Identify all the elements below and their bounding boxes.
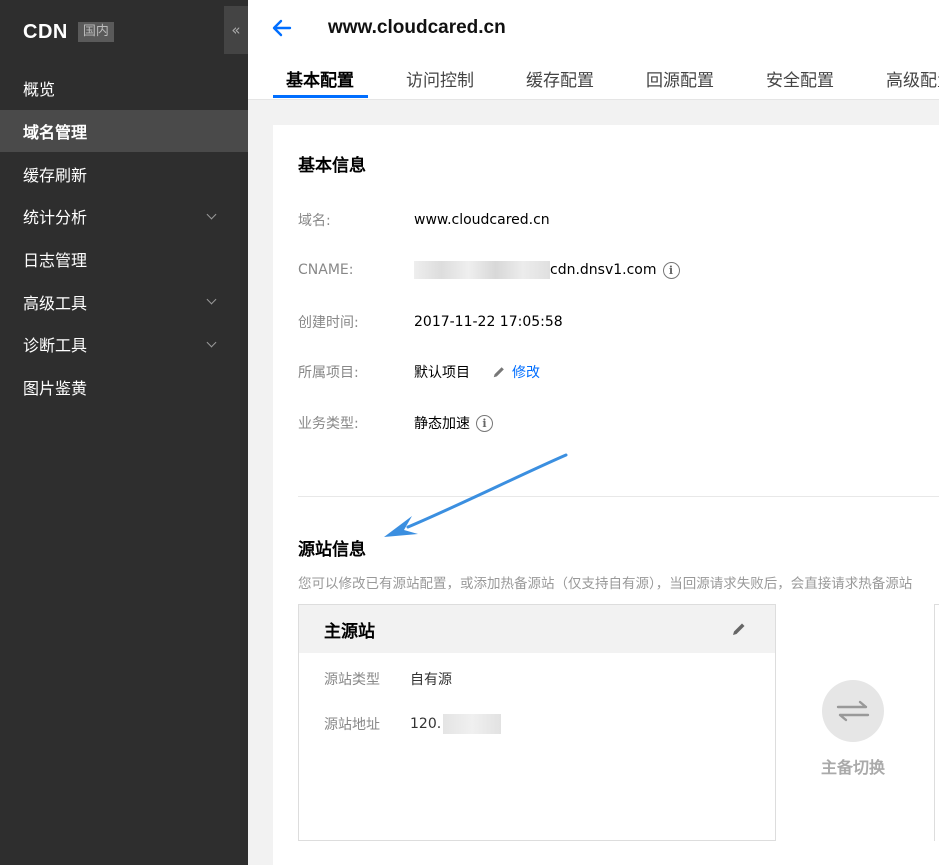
sidebar-item-overview[interactable]: 概览 — [0, 67, 248, 110]
info-label: 创建时间: — [298, 315, 359, 331]
brand: CDN 国内 — [23, 18, 114, 46]
sidebar-item-diagnostic-tools[interactable]: 诊断工具 — [0, 323, 248, 366]
info-row-project: 所属项目: 默认项目 修改 — [298, 361, 540, 383]
primary-origin-header: 主源站 — [299, 605, 775, 653]
origin-address-prefix: 120. — [410, 716, 442, 732]
cname-value: cdn.dnsv1.com i — [414, 261, 680, 279]
origin-label: 源站地址 — [324, 717, 380, 733]
origin-address-value: 120. — [410, 714, 502, 734]
collapse-sidebar-button[interactable]: « — [224, 6, 248, 54]
origin-info-description: 您可以修改已有源站配置，或添加热备源站（仅支持自有源），当回源请求失败后，会直接… — [298, 576, 913, 592]
origin-label: 源站类型 — [324, 672, 380, 688]
content-card: 基本信息 域名: www.cloudcared.cn CNAME: cdn.dn… — [273, 125, 939, 865]
sidebar-nav: 概览 域名管理 缓存刷新 统计分析 日志管理 高级工具 诊断工具 图片鉴黄 — [0, 67, 248, 409]
sidebar-item-label: 缓存刷新 — [23, 165, 88, 185]
backup-origin-card — [934, 604, 939, 841]
sidebar-item-advanced-tools[interactable]: 高级工具 — [0, 280, 248, 323]
tab-advanced-config[interactable]: 高级配置 — [873, 62, 939, 98]
sidebar-item-label: 图片鉴黄 — [23, 379, 88, 399]
info-label: 业务类型: — [298, 416, 359, 432]
origin-address-row: 源站地址 120. — [324, 714, 502, 734]
cname-suffix: cdn.dnsv1.com — [550, 262, 657, 278]
info-row-created: 创建时间: 2017-11-22 17:05:58 — [298, 311, 563, 333]
sidebar-item-label: 概览 — [23, 80, 56, 100]
tab-basic-config[interactable]: 基本配置 — [273, 62, 393, 98]
page-title: www.cloudcared.cn — [328, 17, 506, 38]
chevron-down-icon — [206, 209, 217, 220]
sidebar-item-domain-management[interactable]: 域名管理 — [0, 109, 248, 153]
edit-link-label: 修改 — [512, 365, 540, 381]
primary-backup-switch[interactable]: 主备切换 — [803, 680, 903, 778]
sidebar-item-cache-refresh[interactable]: 缓存刷新 — [0, 152, 248, 195]
edit-project-link[interactable]: 修改 — [492, 362, 540, 382]
sidebar-item-label: 统计分析 — [23, 208, 88, 228]
info-circle-icon[interactable]: i — [476, 414, 493, 432]
tab-cache-config[interactable]: 缓存配置 — [513, 62, 633, 98]
redacted-cname-prefix — [414, 261, 550, 279]
brand-name: CDN — [23, 20, 68, 43]
double-chevron-left-icon: « — [231, 21, 241, 39]
page-header: www.cloudcared.cn 基本配置 访问控制 缓存配置 回源配置 安全… — [248, 0, 939, 100]
project-value: 默认项目 修改 — [414, 362, 540, 382]
pencil-icon — [493, 367, 504, 378]
business-type-value: 静态加速 i — [414, 413, 493, 433]
tab-bar: 基本配置 访问控制 缓存配置 回源配置 安全配置 高级配置 — [273, 62, 939, 98]
created-time-value: 2017-11-22 17:05:58 — [414, 314, 563, 330]
swap-arrows-icon — [822, 680, 884, 742]
info-row-domain: 域名: www.cloudcared.cn — [298, 209, 550, 231]
sidebar: CDN 国内 « 概览 域名管理 缓存刷新 统计分析 日志管理 高级工具 诊断工… — [0, 0, 248, 865]
business-type: 静态加速 — [414, 416, 470, 432]
switch-label: 主备切换 — [820, 758, 885, 777]
sidebar-item-image-moderation[interactable]: 图片鉴黄 — [0, 366, 248, 409]
domain-value: www.cloudcared.cn — [414, 212, 550, 228]
sidebar-item-label: 高级工具 — [23, 293, 88, 313]
pencil-icon[interactable] — [731, 621, 747, 637]
info-label: 所属项目: — [298, 365, 359, 381]
chevron-down-icon — [206, 294, 217, 305]
info-label: CNAME: — [298, 262, 354, 278]
sidebar-item-label: 域名管理 — [23, 123, 88, 143]
origin-info-title: 源站信息 — [298, 540, 366, 560]
tab-access-control[interactable]: 访问控制 — [393, 62, 513, 98]
sidebar-item-label: 诊断工具 — [23, 336, 88, 356]
info-row-cname: CNAME: cdn.dnsv1.com i — [298, 259, 680, 281]
tab-security-config[interactable]: 安全配置 — [753, 62, 873, 98]
sidebar-item-label: 日志管理 — [23, 251, 88, 271]
project-name: 默认项目 — [414, 365, 470, 381]
sidebar-item-statistics[interactable]: 统计分析 — [0, 195, 248, 238]
arrow-left-icon[interactable] — [270, 16, 294, 40]
primary-origin-title: 主源站 — [324, 621, 375, 642]
section-divider — [298, 496, 939, 497]
region-badge[interactable]: 国内 — [77, 22, 114, 42]
origin-type-row: 源站类型 自有源 — [324, 669, 452, 689]
sidebar-item-log-management[interactable]: 日志管理 — [0, 238, 248, 281]
info-row-business-type: 业务类型: 静态加速 i — [298, 412, 493, 434]
chevron-down-icon — [206, 337, 217, 348]
basic-info-title: 基本信息 — [298, 156, 366, 176]
primary-origin-card: 主源站 源站类型 自有源 源站地址 120. — [298, 604, 776, 841]
info-label: 域名: — [298, 213, 331, 229]
info-circle-icon[interactable]: i — [662, 261, 680, 279]
origin-type-value: 自有源 — [410, 672, 452, 688]
redacted-ip — [443, 714, 502, 734]
tab-origin-config[interactable]: 回源配置 — [633, 62, 753, 98]
